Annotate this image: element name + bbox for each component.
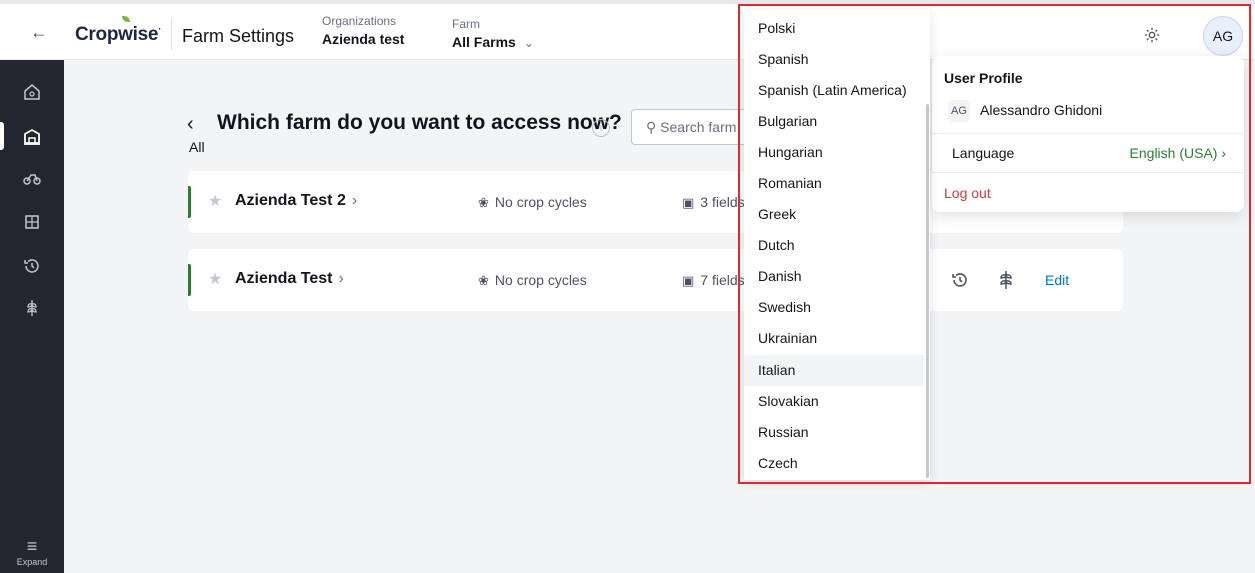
info-icon[interactable]: i <box>592 119 610 137</box>
crop-cycles: ❀ No crop cycles <box>478 194 587 211</box>
menu-divider <box>932 133 1244 134</box>
cropwise-logo[interactable]: Cropwise· <box>75 16 162 46</box>
crop-icon: ❀ <box>478 273 489 288</box>
field-count: ▣ 3 fields <box>682 194 745 211</box>
field-icon: ▣ <box>682 195 695 210</box>
star-icon[interactable]: ★ <box>208 191 222 211</box>
header-divider <box>171 18 172 50</box>
language-option[interactable]: Dutch <box>744 230 924 261</box>
org-value: Azienda test <box>322 31 405 47</box>
farm-value-wrap: All Farms ⌄ <box>452 34 534 50</box>
language-option[interactable]: Spanish (Latin America) <box>744 75 924 106</box>
profile-name: Alessandro Ghidoni <box>980 102 1103 118</box>
field-icon[interactable] <box>22 212 42 232</box>
language-option[interactable]: Greek <box>744 199 924 230</box>
menu-divider <box>932 172 1244 173</box>
home-icon[interactable] <box>22 82 42 102</box>
app-title: Farm Settings <box>182 26 295 46</box>
search-placeholder: Search farm <box>660 119 737 135</box>
search-icon: ⚲ <box>646 119 657 135</box>
brand-dot: · <box>158 24 162 35</box>
language-value: English (USA) › <box>1129 145 1226 161</box>
brand-name: Cropwise <box>75 24 159 45</box>
farm-name-link[interactable]: Azienda Test 2 › <box>235 192 357 210</box>
language-option[interactable]: Russian <box>744 417 924 448</box>
filter-all[interactable]: All <box>189 139 205 155</box>
field-count-text: 7 fields <box>700 272 745 288</box>
sidebar-active-indicator <box>0 122 4 150</box>
expand-label: Expand <box>16 557 48 567</box>
crop-cycles-text: No crop cycles <box>494 194 587 210</box>
language-option[interactable]: Bulgarian <box>744 106 924 137</box>
user-profile-header: User Profile <box>944 70 1023 86</box>
language-option[interactable]: Romanian <box>744 168 924 199</box>
farm-name: Azienda Test 2 <box>235 192 346 209</box>
crop-cycles-text: No crop cycles <box>494 272 587 288</box>
top-bar: ← Cropwise· Farm Settings Organizations … <box>0 0 1255 60</box>
organization-selector[interactable]: Organizations Azienda test <box>322 14 404 47</box>
chevron-right-icon: › <box>338 270 344 287</box>
farm-selector[interactable]: Farm All Farms ⌄ <box>452 17 534 50</box>
crop-cycle-icon[interactable] <box>996 269 1016 291</box>
farm-name: Azienda Test <box>235 270 333 287</box>
logout-button[interactable]: Log out <box>944 185 991 201</box>
language-option[interactable]: Spanish <box>744 44 924 75</box>
farm-status-stripe <box>188 264 191 296</box>
history-icon[interactable] <box>950 270 970 290</box>
language-option[interactable]: Hungarian <box>744 137 924 168</box>
crop-icon: ❀ <box>478 195 489 210</box>
expand-sidebar-button[interactable]: ≡ Expand <box>0 537 64 567</box>
user-profile-menu: User Profile AG Alessandro Ghidoni Langu… <box>932 56 1244 212</box>
profile-avatar: AG <box>948 100 970 122</box>
back-arrow-icon[interactable]: ← <box>30 22 48 43</box>
page-title: Which farm do you want to access now? <box>217 111 622 134</box>
field-icon: ▣ <box>682 273 695 288</box>
language-option[interactable]: Ukrainian <box>744 323 924 354</box>
language-option[interactable]: Danish <box>744 261 924 292</box>
chevron-right-icon: › <box>351 192 358 209</box>
language-label: Language <box>952 145 1015 161</box>
language-list-scrollbar[interactable] <box>926 104 929 478</box>
history-icon[interactable] <box>22 256 42 276</box>
edit-farm-link[interactable]: Edit <box>1045 272 1069 288</box>
language-option[interactable]: Slovakian <box>744 386 924 417</box>
machinery-icon[interactable] <box>22 168 42 188</box>
field-count: ▣ 7 fields <box>682 272 745 289</box>
chevron-down-icon: ⌄ <box>523 36 534 50</box>
crop-icon[interactable] <box>22 298 42 318</box>
farm-status-stripe <box>188 186 191 218</box>
user-avatar[interactable]: AG <box>1203 16 1243 56</box>
gear-icon[interactable] <box>1143 26 1161 44</box>
leaf-icon <box>122 16 130 22</box>
farm-card[interactable]: ★ Azienda Test › ❀ No crop cycles ▣ 7 field… <box>188 249 1123 311</box>
language-option-hovered[interactable]: Italian <box>744 355 924 386</box>
language-option[interactable]: Swedish <box>744 292 924 323</box>
star-icon[interactable]: ★ <box>208 269 222 289</box>
farm-icon[interactable] <box>22 126 42 146</box>
page-back-icon[interactable]: ‹ <box>187 113 194 136</box>
farm-value: All Farms <box>452 34 516 50</box>
sidebar: ≡ Expand <box>0 60 64 573</box>
menu-icon: ≡ <box>26 536 38 556</box>
field-count-text: 3 fields <box>700 194 745 210</box>
language-list[interactable]: Polski Spanish Spanish (Latin America) B… <box>744 10 930 480</box>
language-option[interactable]: Czech <box>744 448 924 479</box>
farm-name-link[interactable]: Azienda Test › <box>235 270 344 288</box>
org-label: Organizations <box>322 14 397 28</box>
language-option[interactable]: Polski <box>744 13 924 44</box>
crop-cycles: ❀ No crop cycles <box>478 272 587 289</box>
farm-label: Farm <box>452 17 480 31</box>
